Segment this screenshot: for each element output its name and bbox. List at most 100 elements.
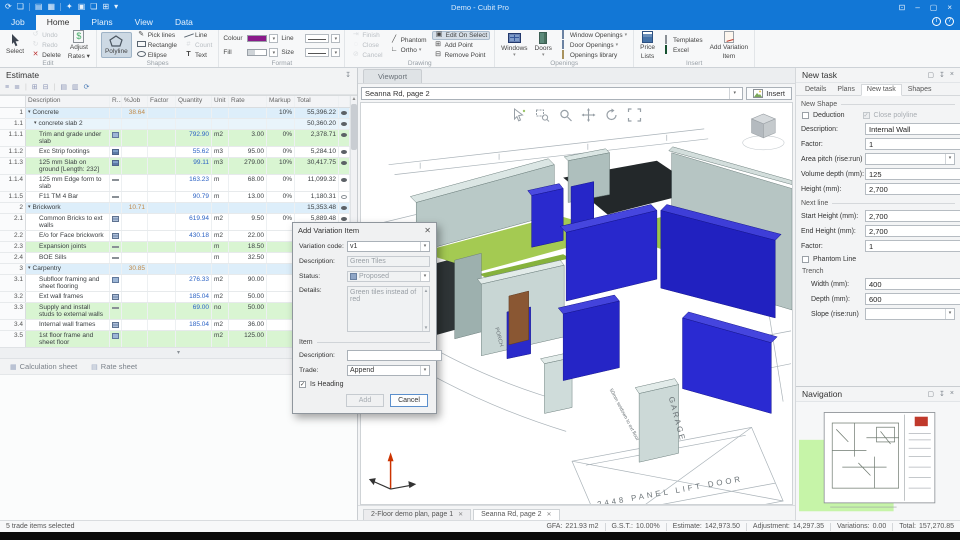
table-row[interactable]: 1.1.1Trim and grade under slab792.90m23.… — [0, 130, 350, 147]
scrollbar-thumb[interactable] — [351, 104, 357, 150]
table-row[interactable]: 1.1▾concrete slab 250,360.20 — [0, 119, 350, 130]
table-row[interactable]: 1▾Concrete38.6410%55,396.22 — [0, 108, 350, 119]
table-row[interactable]: 2▾Brickwork10.7115,353.48 — [0, 203, 350, 214]
description-field[interactable] — [865, 123, 960, 135]
chevron-down-icon[interactable]: ▾ — [625, 32, 628, 38]
table-row[interactable]: 1.1.4125 mm Edge form to slab163.23m68.0… — [0, 175, 350, 192]
column-visibility[interactable] — [339, 96, 350, 107]
column-job[interactable]: %Job — [122, 96, 148, 107]
column-description[interactable]: Description — [26, 96, 110, 107]
page-tab-2[interactable]: Seanna Rd, page 2✕ — [473, 509, 559, 520]
ortho-button[interactable]: ∟Ortho ▾ — [388, 46, 429, 55]
volume-depth-field[interactable] — [865, 168, 960, 180]
page-selector[interactable]: Seanna Rd, page 2 ▾ — [361, 87, 743, 100]
phantom-line-checkbox[interactable] — [802, 256, 809, 263]
expand-caret-icon[interactable]: ▾ — [28, 109, 31, 116]
tab-calculation-sheet[interactable]: ▦Calculation sheet — [10, 362, 77, 371]
polyline-button[interactable]: Polyline — [101, 32, 132, 57]
rectangle-button[interactable]: Rectangle — [135, 41, 179, 50]
phantom-button[interactable]: ╱Phantom — [388, 36, 429, 45]
viewport-tab[interactable]: Viewport — [363, 69, 422, 83]
doors-button[interactable]: Doors ▾ — [533, 31, 554, 59]
fit-extents-icon[interactable] — [627, 108, 641, 122]
tab-home[interactable]: Home — [36, 15, 81, 30]
visibility-eye-icon[interactable] — [341, 217, 347, 221]
zoom-window-icon[interactable] — [535, 108, 549, 122]
save-icon[interactable]: ❏ — [17, 3, 24, 11]
area-pitch-combo[interactable]: ▾ — [865, 153, 955, 165]
tab-plans[interactable]: Plans — [80, 15, 123, 30]
count-button[interactable]: #Count — [182, 41, 214, 50]
column-result[interactable]: R... — [110, 96, 122, 107]
float-icon[interactable]: ▢ — [927, 71, 934, 79]
undo-button[interactable]: ↺Undo — [29, 31, 63, 40]
chevron-down-icon[interactable]: ▾ — [945, 154, 954, 164]
chevron-down-icon[interactable]: ▾ — [331, 34, 340, 43]
add-variation-item-button[interactable]: Add Variation Item — [708, 30, 751, 59]
next-factor-field[interactable] — [865, 240, 960, 252]
delete-button[interactable]: ✕Delete — [29, 51, 63, 60]
redo-button[interactable]: ↻Redo — [29, 41, 63, 50]
factor-field[interactable] — [865, 138, 960, 150]
chevron-down-icon[interactable]: ▾ — [729, 88, 739, 99]
zoom-icon[interactable] — [558, 108, 572, 122]
deduction-checkbox[interactable] — [802, 112, 809, 119]
qat-dropdown-icon[interactable]: ▾ — [114, 3, 118, 11]
insert-button[interactable]: Insert — [746, 87, 792, 100]
restore-button[interactable]: ▢ — [930, 3, 938, 12]
adjust-rates-button[interactable]: $ Adjust Rates ▾ — [66, 30, 92, 59]
view-cube-gizmo[interactable] — [743, 114, 784, 150]
visibility-eye-icon[interactable] — [341, 133, 347, 137]
tab-shapes[interactable]: Shapes — [903, 85, 937, 95]
tab-plans[interactable]: Plans — [832, 85, 860, 95]
windows-layout-icon[interactable]: ▣ — [78, 3, 86, 11]
chevron-down-icon[interactable]: ▾ — [269, 48, 278, 57]
tab-details[interactable]: Details — [800, 85, 831, 95]
line-style-swatch[interactable] — [305, 34, 329, 43]
delete-row-icon[interactable]: ⊟ — [43, 83, 49, 93]
visibility-eye-icon[interactable] — [341, 150, 347, 154]
trade-combo[interactable]: Append▾ — [347, 365, 430, 376]
visibility-eye-icon[interactable] — [341, 161, 347, 165]
keyboard-icon[interactable]: ⊡ — [899, 3, 906, 12]
line-style-picker[interactable]: Line ▾ — [281, 33, 340, 44]
sync-icon[interactable]: ⟳ — [5, 3, 12, 11]
cancel-draw-button[interactable]: ⊘Cancel — [349, 51, 384, 60]
column-markup[interactable]: Markup — [267, 96, 295, 107]
expand-caret-icon[interactable]: ▾ — [28, 265, 31, 272]
end-height-field[interactable] — [865, 225, 960, 237]
add-point-button[interactable]: ⊞Add Point — [432, 41, 491, 50]
insert-row-icon[interactable]: ⊞ — [32, 83, 38, 93]
trench-depth-field[interactable] — [865, 293, 960, 305]
chevron-down-icon[interactable]: ▾ — [420, 242, 429, 251]
tab-rate-sheet[interactable]: ▤Rate sheet — [91, 362, 137, 371]
pan-icon[interactable] — [581, 108, 595, 122]
price-lists-button[interactable]: Price Lists — [638, 30, 657, 59]
scroll-up-icon[interactable]: ▲ — [352, 96, 357, 102]
navigation-thumbnail[interactable] — [796, 402, 960, 520]
column-rate[interactable]: Rate — [229, 96, 267, 107]
tab-data[interactable]: Data — [164, 15, 204, 30]
select-tool-icon[interactable] — [512, 108, 526, 122]
column-unit[interactable]: Unit — [212, 96, 229, 107]
chevron-down-icon[interactable]: ▾ — [616, 42, 619, 48]
expand-all-icon[interactable]: ▤ — [60, 83, 67, 93]
remove-point-button[interactable]: ⊟Remove Point — [432, 51, 491, 60]
rotate-icon[interactable] — [604, 108, 618, 122]
visibility-eye-icon[interactable] — [341, 122, 347, 126]
item-description-field[interactable] — [347, 350, 442, 361]
openings-library-button[interactable]: Openings library — [557, 51, 629, 60]
float-icon[interactable]: ▢ — [927, 390, 934, 398]
expand-caret-icon[interactable]: ▾ — [34, 120, 37, 127]
print-icon[interactable]: ▤ — [35, 3, 43, 11]
start-height-field[interactable] — [865, 210, 960, 222]
trench-width-field[interactable] — [865, 278, 960, 290]
table-row[interactable]: 1.1.5F11 TM 4 Bar90.79m13.000%1,180.31 — [0, 192, 350, 203]
trench-slope-combo[interactable]: ▾ — [865, 308, 955, 320]
close-polyline-checkbox[interactable] — [863, 112, 870, 119]
refresh-estimate-icon[interactable]: ⟳ — [84, 83, 90, 93]
height-field[interactable] — [865, 183, 960, 195]
pin-icon[interactable]: ↧ — [939, 390, 945, 398]
window-openings-button[interactable]: Window Openings ▾ — [557, 31, 629, 40]
close-icon[interactable]: × — [950, 71, 954, 79]
